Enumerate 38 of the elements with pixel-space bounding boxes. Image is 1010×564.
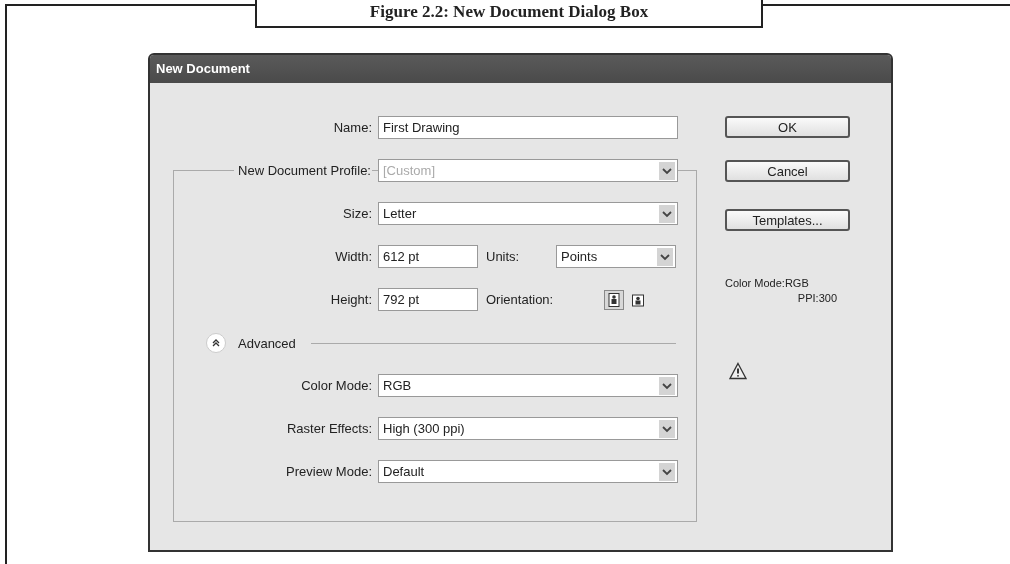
- info-text: Color Mode:RGB: [725, 276, 810, 291]
- window-title: New Document: [150, 55, 891, 83]
- name-field[interactable]: First Drawing: [378, 116, 678, 139]
- double-chevron-icon: [211, 338, 221, 348]
- chevron-down-icon: [659, 419, 675, 438]
- field-label: Size:: [342, 206, 372, 221]
- chevron-down-icon: [657, 247, 673, 266]
- field-label: Width:: [334, 249, 372, 264]
- chevron-down-icon: [659, 462, 675, 481]
- field-label: Preview Mode:: [285, 464, 372, 479]
- width-field[interactable]: 612 pt: [378, 245, 478, 268]
- chevron-down-icon: [659, 161, 675, 180]
- dropdown[interactable]: Points: [556, 245, 676, 268]
- field-label: Units:: [486, 249, 521, 264]
- chevron-down-icon: [659, 376, 675, 395]
- field-label: Height:: [329, 292, 372, 307]
- chevron-down-icon: [659, 204, 675, 223]
- field-label: Raster Effects:: [286, 421, 372, 436]
- dialog-button[interactable]: OK: [725, 116, 850, 138]
- collapse-button[interactable]: [206, 333, 226, 353]
- dialog-button[interactable]: Cancel: [725, 160, 850, 182]
- dropdown[interactable]: High (300 ppi): [378, 417, 678, 440]
- figure-icon: [608, 292, 620, 307]
- warning-icon: [729, 362, 747, 380]
- figure-caption: Figure 2.2: New Document Dialog Box: [255, 0, 763, 28]
- dropdown[interactable]: RGB: [378, 374, 678, 397]
- field-label: Name:: [332, 120, 372, 135]
- height-field[interactable]: 792 pt: [378, 288, 478, 311]
- section-label: Advanced: [238, 335, 296, 351]
- orientation-button[interactable]: [604, 289, 624, 310]
- field-label: Color Mode:: [300, 378, 372, 393]
- dropdown[interactable]: Letter: [378, 202, 678, 225]
- field-label: New Document Profile:: [234, 163, 372, 178]
- figure-icon: [632, 292, 644, 307]
- dialog-button[interactable]: Templates...: [725, 209, 850, 231]
- field-label: Orientation:: [486, 292, 555, 307]
- dropdown[interactable]: Default: [378, 460, 678, 483]
- info-text: PPI:300: [797, 291, 837, 306]
